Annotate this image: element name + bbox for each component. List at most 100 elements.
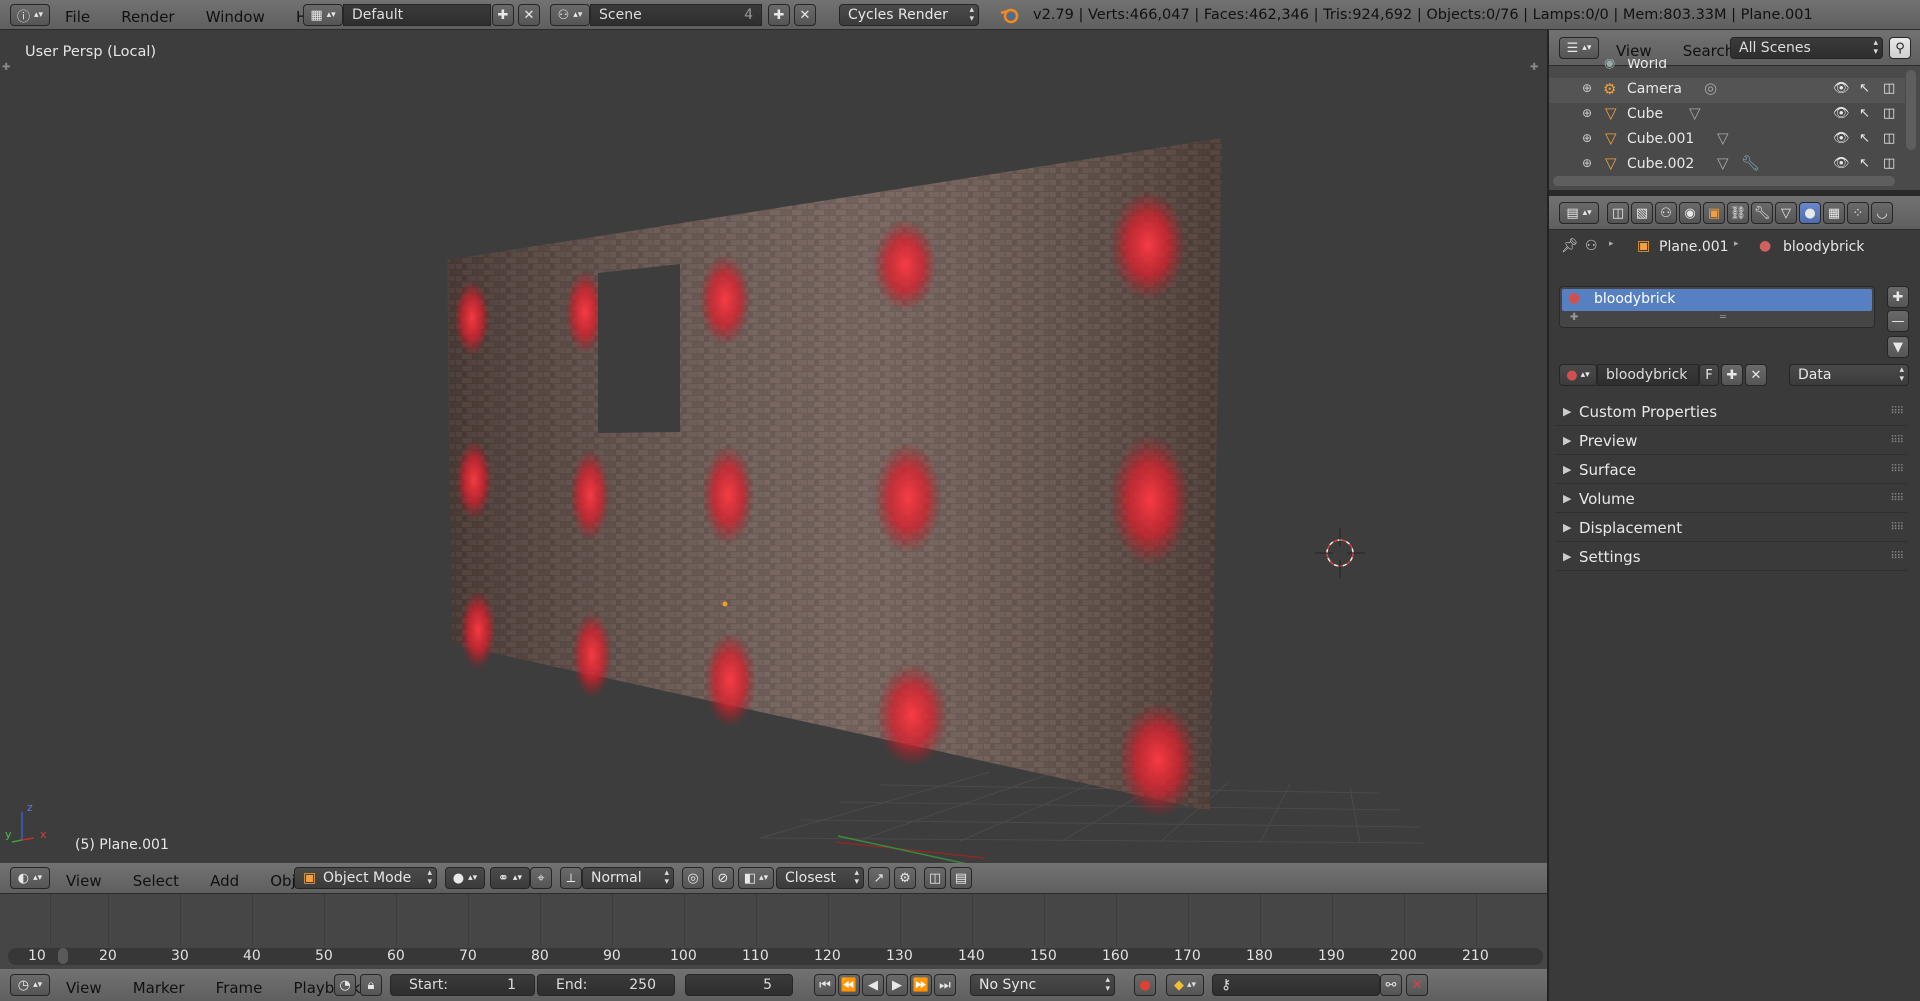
material-name-field[interactable]: bloodybrick: [1597, 364, 1699, 386]
panel-settings[interactable]: ▶ Settings ⠿⠿: [1555, 545, 1907, 571]
current-frame-field[interactable]: 5: [685, 974, 793, 996]
render-camera-icon[interactable]: ◫: [1883, 81, 1895, 96]
snap-target-select[interactable]: Closest ▴ ▾: [776, 867, 864, 889]
object-tab-icon[interactable]: ▣: [1703, 202, 1725, 224]
outliner-row-camera[interactable]: ⊕ ⚙ Camera ◎ 👁︎ ↖ ◫: [1549, 78, 1905, 103]
jump-keyframe-back-icon[interactable]: ⏪: [838, 974, 860, 996]
physics-tab-icon[interactable]: ◡: [1871, 202, 1893, 224]
snap-rotation-icon[interactable]: ⚙: [894, 867, 916, 889]
add-material-slot-button[interactable]: ✚: [1887, 286, 1909, 308]
visibility-eye-icon[interactable]: 👁︎: [1833, 131, 1850, 146]
timeline-scrollbar[interactable]: [8, 948, 1543, 965]
editor-type-3d-button[interactable]: ◐ ▴▾: [10, 867, 50, 889]
snap-toggle-icon[interactable]: ⊘: [712, 867, 734, 889]
expand-icon[interactable]: ⊕: [1582, 131, 1592, 145]
menu-search[interactable]: Search: [1683, 42, 1735, 60]
scene-icon[interactable]: ⚇ ▴▾: [550, 4, 590, 26]
selectable-cursor-icon[interactable]: ↖: [1859, 106, 1870, 121]
sync-mode-select[interactable]: No Sync ▴ ▾: [970, 974, 1115, 996]
unlink-material-button[interactable]: ✕: [1745, 364, 1767, 386]
search-icon[interactable]: ⚲: [1889, 37, 1911, 59]
pin-icon[interactable]: 📌︎: [1561, 238, 1579, 254]
outliner[interactable]: ◉ World ⊕ ⚙ Camera ◎ 👁︎ ↖ ◫ ⊕ ▽ Cube ▽ 👁…: [1549, 59, 1920, 190]
play-reverse-icon[interactable]: ◀: [862, 974, 884, 996]
material-specials-button[interactable]: ▼: [1887, 336, 1909, 358]
remove-scene-button[interactable]: ✕: [794, 4, 816, 26]
add-layout-button[interactable]: ✚: [492, 4, 514, 26]
proportional-edit-icon[interactable]: ↗: [868, 867, 890, 889]
fake-user-button[interactable]: F: [1699, 364, 1719, 386]
screen-layout-icon[interactable]: ▦ ▴▾: [303, 4, 343, 26]
material-slot-row[interactable]: ● bloodybrick: [1562, 289, 1872, 311]
end-frame-field[interactable]: End: 250: [537, 974, 675, 996]
render-tab-icon[interactable]: ◫: [1607, 202, 1629, 224]
render-engine-select[interactable]: Cycles Render ▴ ▾: [839, 4, 979, 26]
record-icon[interactable]: ●: [1134, 974, 1156, 996]
current-frame-marker[interactable]: [58, 948, 68, 964]
menu-view[interactable]: View: [66, 872, 102, 890]
outliner-row-cube-002[interactable]: ⊕ ▽ Cube.002 ▽ 🔧︎ 👁︎ ↖ ◫: [1549, 153, 1905, 178]
layer-lock-icon[interactable]: ◎: [682, 867, 704, 889]
jump-end-icon[interactable]: ⏭: [934, 974, 956, 996]
drag-grip-icon[interactable]: ⠿⠿: [1890, 406, 1904, 417]
menu-file[interactable]: File: [65, 8, 90, 26]
lock-range-icon[interactable]: 🔒︎: [360, 974, 382, 996]
visibility-eye-icon[interactable]: 👁︎: [1833, 81, 1850, 96]
menu-window[interactable]: Window: [206, 8, 265, 26]
material-link-select[interactable]: Data ▴ ▾: [1789, 364, 1909, 386]
pivot-point-button[interactable]: ⚭ ▴▾: [490, 867, 530, 889]
world-tab-icon[interactable]: ◉: [1679, 202, 1701, 224]
outliner-row-world[interactable]: ◉ World: [1549, 59, 1905, 77]
expand-icon[interactable]: ⊕: [1582, 156, 1592, 170]
transform-orientation-select[interactable]: Normal ▴ ▾: [582, 867, 674, 889]
editor-type-info-button[interactable]: ⓘ ▴▾: [10, 4, 50, 26]
list-filter-icon[interactable]: ✚: [1570, 312, 1578, 323]
render-camera-icon[interactable]: ◫: [1883, 131, 1895, 146]
material-slots-list[interactable]: ● bloodybrick ✚ ═: [1559, 286, 1875, 328]
editor-type-outliner-button[interactable]: ☰ ▴▾: [1559, 37, 1599, 59]
menu-marker[interactable]: Marker: [133, 979, 185, 997]
preview-range-icon[interactable]: ◔: [334, 974, 356, 996]
outliner-vertical-scrollbar[interactable]: [1906, 70, 1916, 150]
particles-tab-icon[interactable]: ⁘: [1847, 202, 1869, 224]
manipulator-toggle-icon[interactable]: ⌖: [530, 867, 552, 889]
modifiers-tab-icon[interactable]: 🔧︎: [1751, 202, 1773, 224]
drag-grip-icon[interactable]: ⠿⠿: [1890, 464, 1904, 475]
render-animation-icon[interactable]: ▤: [950, 867, 972, 889]
constraints-tab-icon[interactable]: ⛓: [1727, 202, 1749, 224]
drag-grip-icon[interactable]: ⠿⠿: [1890, 493, 1904, 504]
transform-orientation-icon[interactable]: ⟂: [560, 867, 582, 889]
new-material-button[interactable]: ✚: [1721, 364, 1743, 386]
outliner-display-mode-select[interactable]: All Scenes ▴ ▾: [1730, 37, 1883, 59]
timeline-editor[interactable]: 10 20 30 40 50 60 70 80 90 100 110 120 1…: [0, 894, 1547, 969]
render-layers-tab-icon[interactable]: ▧: [1631, 202, 1653, 224]
screen-layout-field[interactable]: Default: [343, 4, 491, 26]
expand-icon[interactable]: ⊕: [1582, 106, 1592, 120]
editor-type-properties-button[interactable]: ▤ ▴▾: [1559, 202, 1599, 224]
list-resize-grip-icon[interactable]: ═: [1720, 312, 1726, 323]
selectable-cursor-icon[interactable]: ↖: [1859, 81, 1870, 96]
drag-grip-icon[interactable]: ⠿⠿: [1890, 435, 1904, 446]
visibility-eye-icon[interactable]: 👁︎: [1833, 156, 1850, 171]
panel-preview[interactable]: ▶ Preview ⠿⠿: [1555, 429, 1907, 455]
render-camera-icon[interactable]: ◫: [1883, 106, 1895, 121]
keying-set-field[interactable]: ⚷: [1212, 974, 1380, 996]
play-icon[interactable]: ▶: [886, 974, 908, 996]
render-image-icon[interactable]: ◫: [924, 867, 946, 889]
start-frame-field[interactable]: Start: 1: [390, 974, 535, 996]
menu-frame[interactable]: Frame: [216, 979, 263, 997]
data-tab-icon[interactable]: ▽: [1775, 202, 1797, 224]
delete-keyframe-icon[interactable]: ✕: [1406, 974, 1428, 996]
insert-keyframe-icon[interactable]: ⚯: [1380, 974, 1402, 996]
selectable-cursor-icon[interactable]: ↖: [1859, 156, 1870, 171]
expand-icon[interactable]: ⊕: [1582, 81, 1592, 95]
properties-editor[interactable]: ▤ ▴▾ ◫ ▧ ⚇ ◉ ▣ ⛓ 🔧︎ ▽ ● ▦ ⁘ ◡ 📌︎ ⚇ ▸ ▣ Pl…: [1549, 196, 1920, 1001]
panel-displacement[interactable]: ▶ Displacement ⠿⠿: [1555, 516, 1907, 542]
material-browse-button[interactable]: ● ▴▾: [1559, 364, 1597, 386]
scene-field[interactable]: Scene 4: [590, 4, 762, 26]
drag-grip-icon[interactable]: ⠿⠿: [1890, 522, 1904, 533]
panel-surface[interactable]: ▶ Surface ⠿⠿: [1555, 458, 1907, 484]
render-camera-icon[interactable]: ◫: [1883, 156, 1895, 171]
menu-render[interactable]: Render: [121, 8, 174, 26]
remove-material-slot-button[interactable]: —: [1887, 310, 1909, 332]
